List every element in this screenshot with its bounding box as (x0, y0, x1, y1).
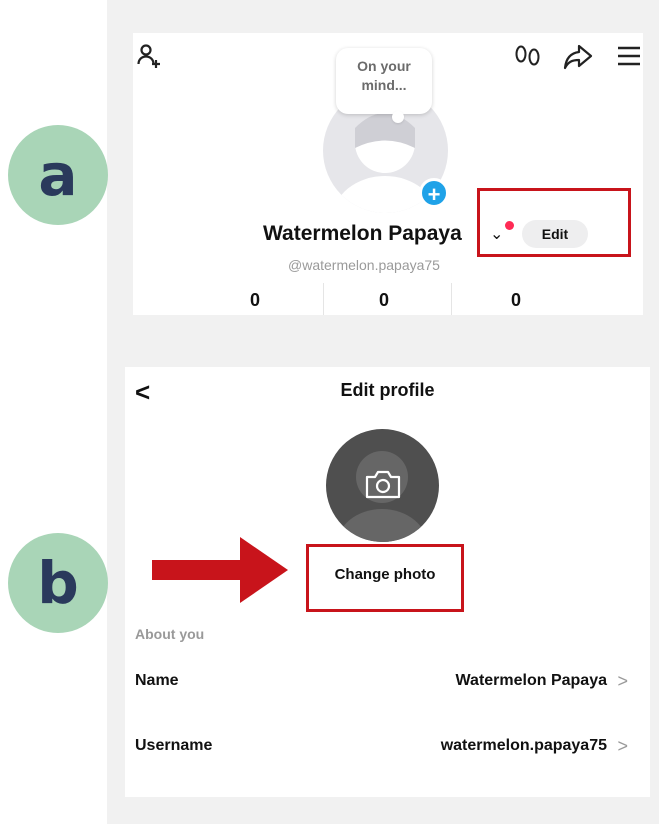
step-a-letter: a (38, 141, 78, 209)
stat-following[interactable]: 0 (250, 290, 260, 311)
username-row-value[interactable]: watermelon.papaya75 (441, 737, 607, 755)
page-title: Edit profile (340, 380, 435, 400)
step-b-badge: b (8, 533, 108, 633)
footprints-icon[interactable] (513, 45, 543, 74)
bubble-text-line2: mind... (361, 77, 407, 93)
username-row-chevron-icon[interactable]: > (617, 736, 628, 757)
username-row-label[interactable]: Username (135, 737, 212, 755)
change-photo-link[interactable]: Change photo (306, 566, 464, 583)
stat-divider (451, 283, 452, 315)
stat-followers[interactable]: 0 (379, 290, 389, 311)
step-b-letter: b (37, 549, 79, 617)
add-photo-plus-icon[interactable]: + (419, 178, 449, 208)
step-a-badge: a (8, 125, 108, 225)
add-friend-icon[interactable] (137, 43, 163, 74)
name-row-chevron-icon[interactable]: > (617, 671, 628, 692)
display-name: Watermelon Papaya (263, 222, 462, 245)
stat-divider (323, 283, 324, 315)
stat-likes[interactable]: 0 (511, 290, 521, 311)
menu-icon[interactable] (617, 46, 641, 71)
section-heading: About you (135, 626, 205, 642)
camera-icon[interactable] (363, 469, 403, 506)
pointer-arrow-icon (152, 537, 288, 603)
bubble-tail (392, 111, 404, 123)
edit-highlight-box (477, 188, 631, 257)
profile-screenshot: On your mind... + Watermelon Papaya ⌄ Ed… (133, 33, 643, 315)
name-row-value[interactable]: Watermelon Papaya (456, 672, 607, 690)
share-icon[interactable] (563, 43, 593, 76)
thought-bubble[interactable]: On your mind... (336, 48, 432, 114)
bubble-text-line1: On your (357, 58, 411, 74)
username-handle: @watermelon.papaya75 (288, 257, 440, 273)
name-row-label[interactable]: Name (135, 672, 179, 690)
